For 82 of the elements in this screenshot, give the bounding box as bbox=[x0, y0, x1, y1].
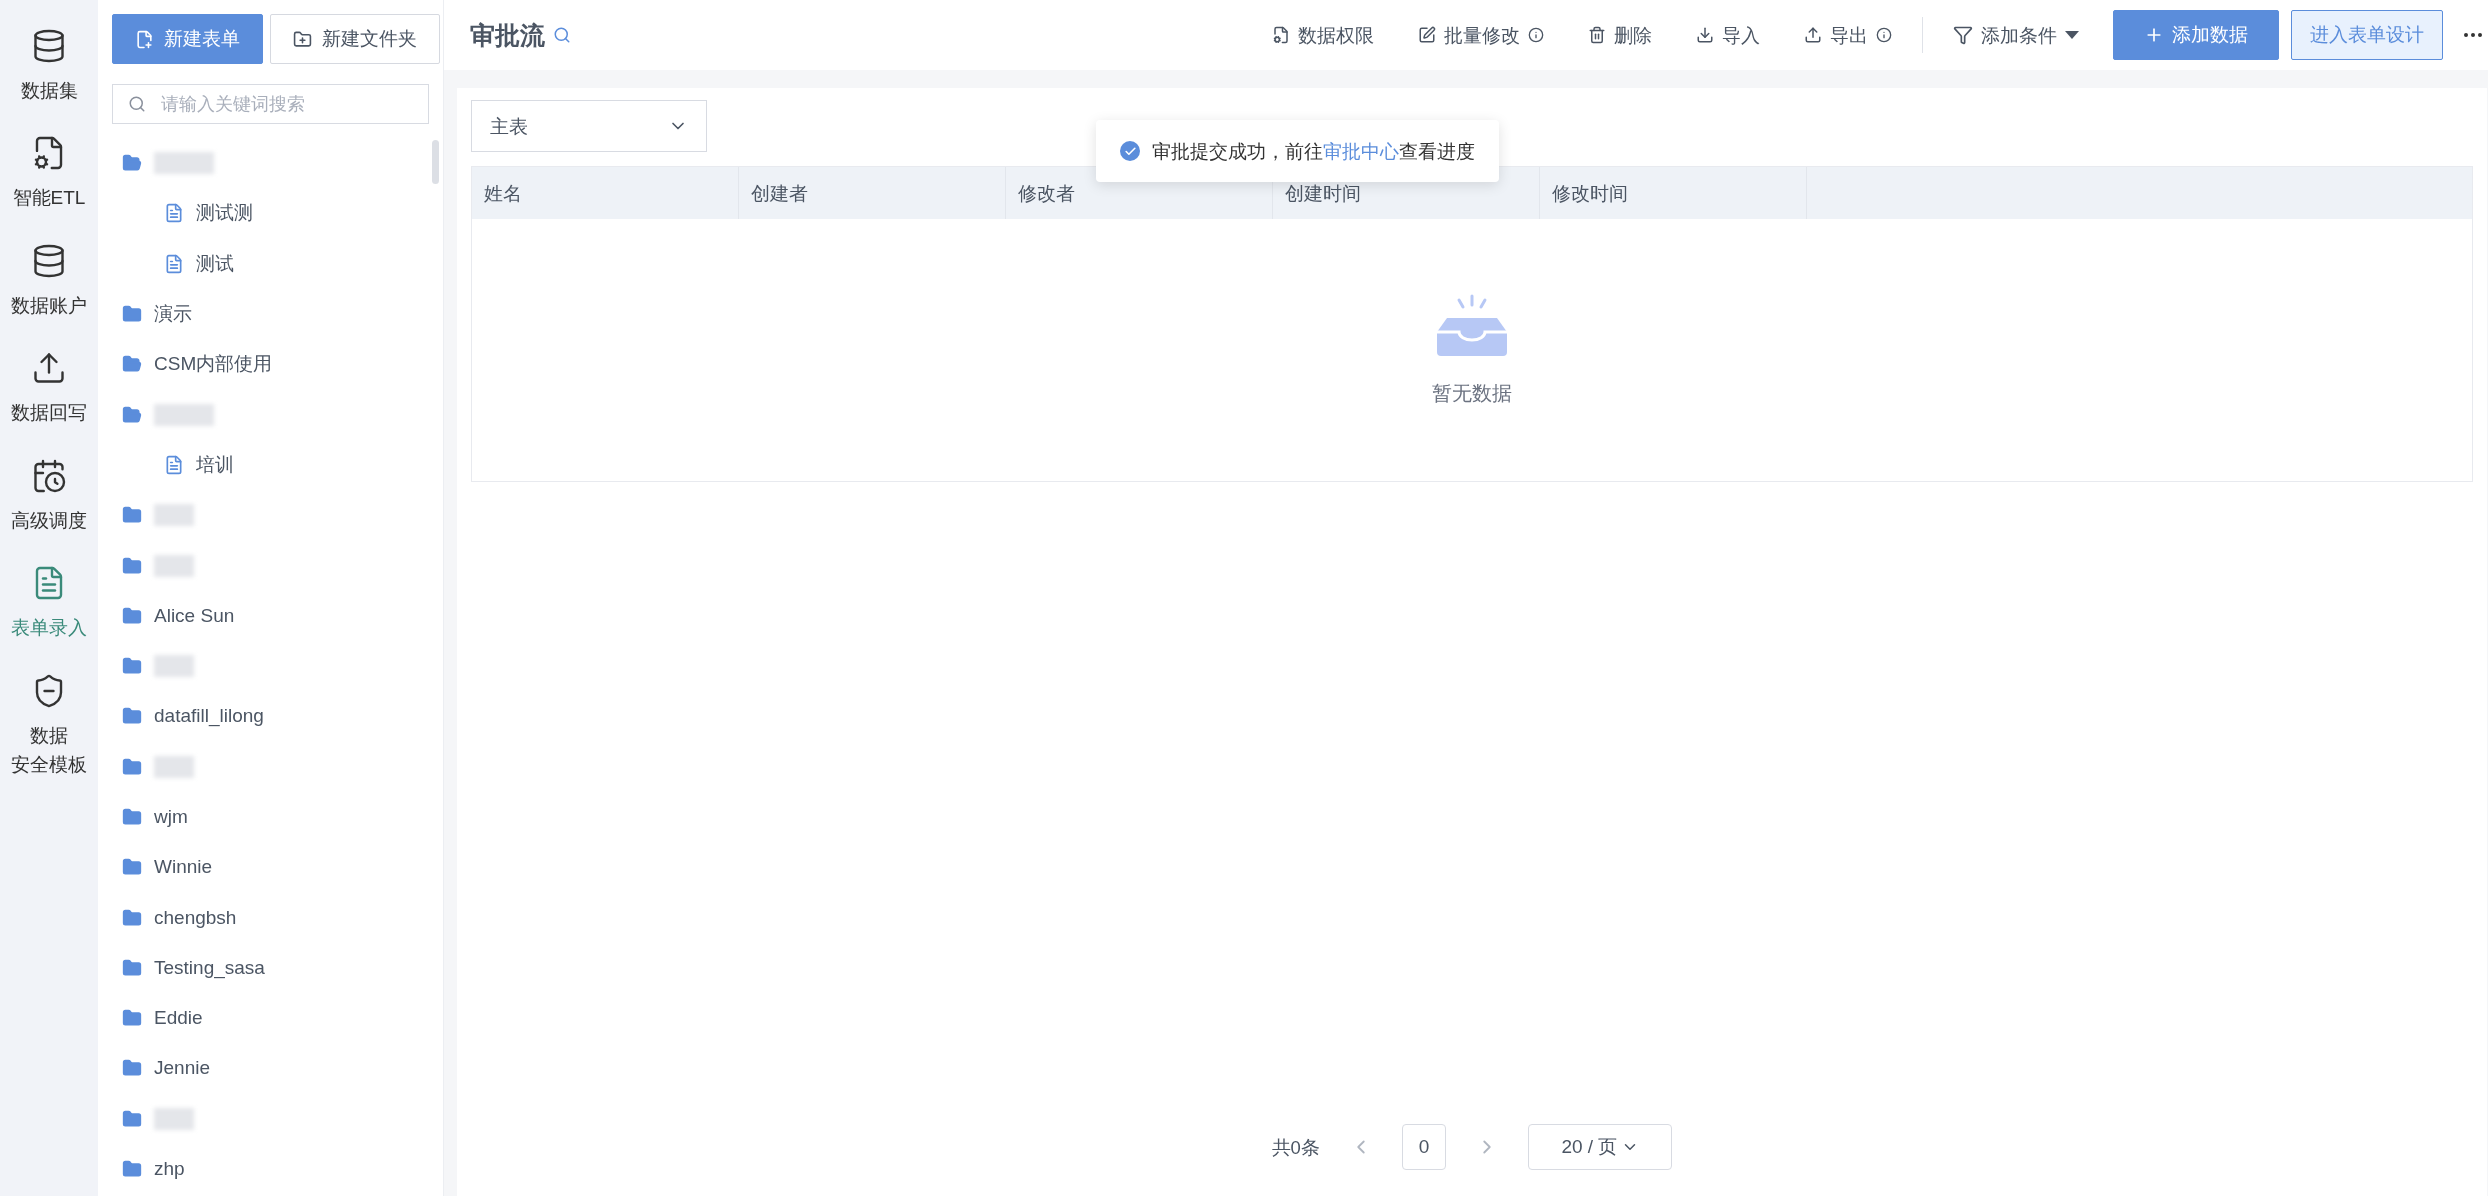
table-select[interactable]: 主表 bbox=[471, 100, 707, 152]
folder-item[interactable]: zhp bbox=[112, 1143, 443, 1195]
folder-icon bbox=[122, 1058, 142, 1079]
nav-item[interactable]: 数据账户 bbox=[11, 242, 87, 321]
nav-item[interactable]: 表单录入 bbox=[11, 565, 87, 643]
folder-plus-icon bbox=[293, 29, 312, 49]
blurred-label bbox=[154, 655, 194, 678]
form-item[interactable]: 测试测 bbox=[112, 188, 443, 239]
form-item[interactable]: 测试 bbox=[112, 238, 443, 289]
calendar-clock-icon bbox=[31, 457, 67, 494]
search-icon bbox=[128, 95, 146, 113]
check-icon bbox=[1120, 141, 1140, 161]
search-icon[interactable] bbox=[553, 26, 571, 44]
folder-icon bbox=[122, 1008, 142, 1029]
toast-message: 审批提交成功，前往审批中心查看进度 bbox=[1152, 139, 1475, 164]
folder-icon bbox=[122, 957, 142, 978]
folder-icon bbox=[122, 505, 142, 526]
database-icon bbox=[31, 28, 67, 64]
folder-icon bbox=[122, 605, 142, 626]
folder-item[interactable]: CSM内部使用 bbox=[112, 339, 443, 390]
add-filter-button[interactable]: 添加条件 bbox=[1931, 22, 2101, 48]
folder-item[interactable]: datafill_lilong bbox=[112, 691, 443, 742]
folder-icon bbox=[122, 857, 142, 878]
folder-item[interactable]: 演示 bbox=[112, 288, 443, 340]
nav-item[interactable]: 数据回写 bbox=[11, 350, 87, 428]
blurred-label bbox=[154, 755, 194, 778]
empty-text: 暂无数据 bbox=[1432, 380, 1512, 406]
form-icon bbox=[164, 454, 184, 475]
empty-inbox-icon bbox=[1435, 293, 1509, 358]
blurred-label bbox=[154, 1107, 194, 1130]
folder-icon bbox=[122, 1108, 142, 1129]
toolbar-button[interactable]: 导入 bbox=[1674, 22, 1782, 48]
folder-icon bbox=[122, 907, 142, 928]
column-header: 修改时间 bbox=[1540, 167, 1807, 219]
folder-item[interactable]: chengbsh bbox=[112, 892, 443, 943]
edit-icon bbox=[1418, 26, 1436, 44]
trash-icon bbox=[1588, 26, 1606, 44]
blurred-label bbox=[154, 554, 194, 577]
database-icon bbox=[31, 242, 67, 279]
folder-item[interactable]: Jennie bbox=[112, 1043, 443, 1094]
form-icon bbox=[164, 203, 184, 224]
folder-item[interactable]: Testing_sasa bbox=[112, 942, 443, 994]
folder-icon bbox=[122, 304, 142, 325]
folder-icon bbox=[122, 555, 142, 576]
folder-icon bbox=[122, 1159, 142, 1180]
column-header: 姓名 bbox=[472, 167, 739, 219]
upload-icon bbox=[1804, 26, 1822, 44]
folder-item[interactable]: Winnie bbox=[112, 842, 443, 893]
nav-item[interactable]: 智能ETL bbox=[12, 135, 86, 213]
folder-icon bbox=[122, 656, 142, 677]
total-count: 共0条 bbox=[1271, 1135, 1320, 1160]
info-icon bbox=[1528, 27, 1544, 43]
folder-item[interactable]: Alice Sun bbox=[112, 590, 443, 641]
scrollbar[interactable] bbox=[432, 140, 439, 184]
folder-icon bbox=[122, 706, 142, 727]
caret-icon bbox=[2065, 31, 2079, 39]
blurred-label bbox=[154, 403, 214, 426]
search-field[interactable]: 请输入关键词搜索 bbox=[112, 84, 429, 124]
blurred-label bbox=[154, 504, 194, 527]
page-size-select[interactable]: 20 / 页 bbox=[1528, 1124, 1673, 1170]
folder-item[interactable]: Eddie bbox=[112, 993, 443, 1044]
open-folder-icon bbox=[122, 404, 142, 425]
form-icon bbox=[164, 253, 184, 274]
form-item[interactable]: 培训 bbox=[112, 439, 443, 491]
folder-icon bbox=[122, 756, 142, 777]
page-title: 审批流 bbox=[470, 19, 545, 51]
nav-item[interactable]: 数据集 bbox=[20, 28, 78, 106]
toolbar-button[interactable]: 删除 bbox=[1566, 22, 1674, 48]
folder-item[interactable]: wjm bbox=[112, 791, 443, 843]
info-icon bbox=[1876, 27, 1892, 43]
nav-item[interactable]: 高级调度 bbox=[11, 457, 87, 536]
column-header: 创建者 bbox=[739, 167, 1006, 219]
file-plus-icon bbox=[135, 29, 154, 49]
toolbar-button[interactable]: 数据权限 bbox=[1250, 22, 1396, 48]
nav-item[interactable]: 数据 安全模板 bbox=[11, 672, 87, 780]
folder-icon bbox=[122, 807, 142, 827]
blurred-label bbox=[154, 152, 214, 175]
toolbar-button[interactable]: 导出 bbox=[1782, 22, 1914, 48]
download-icon bbox=[1696, 26, 1714, 44]
toolbar-button[interactable]: 批量修改 bbox=[1396, 22, 1566, 48]
new-folder-button[interactable]: 新建文件夹 bbox=[270, 14, 440, 64]
page-number[interactable]: 0 bbox=[1401, 1124, 1447, 1170]
